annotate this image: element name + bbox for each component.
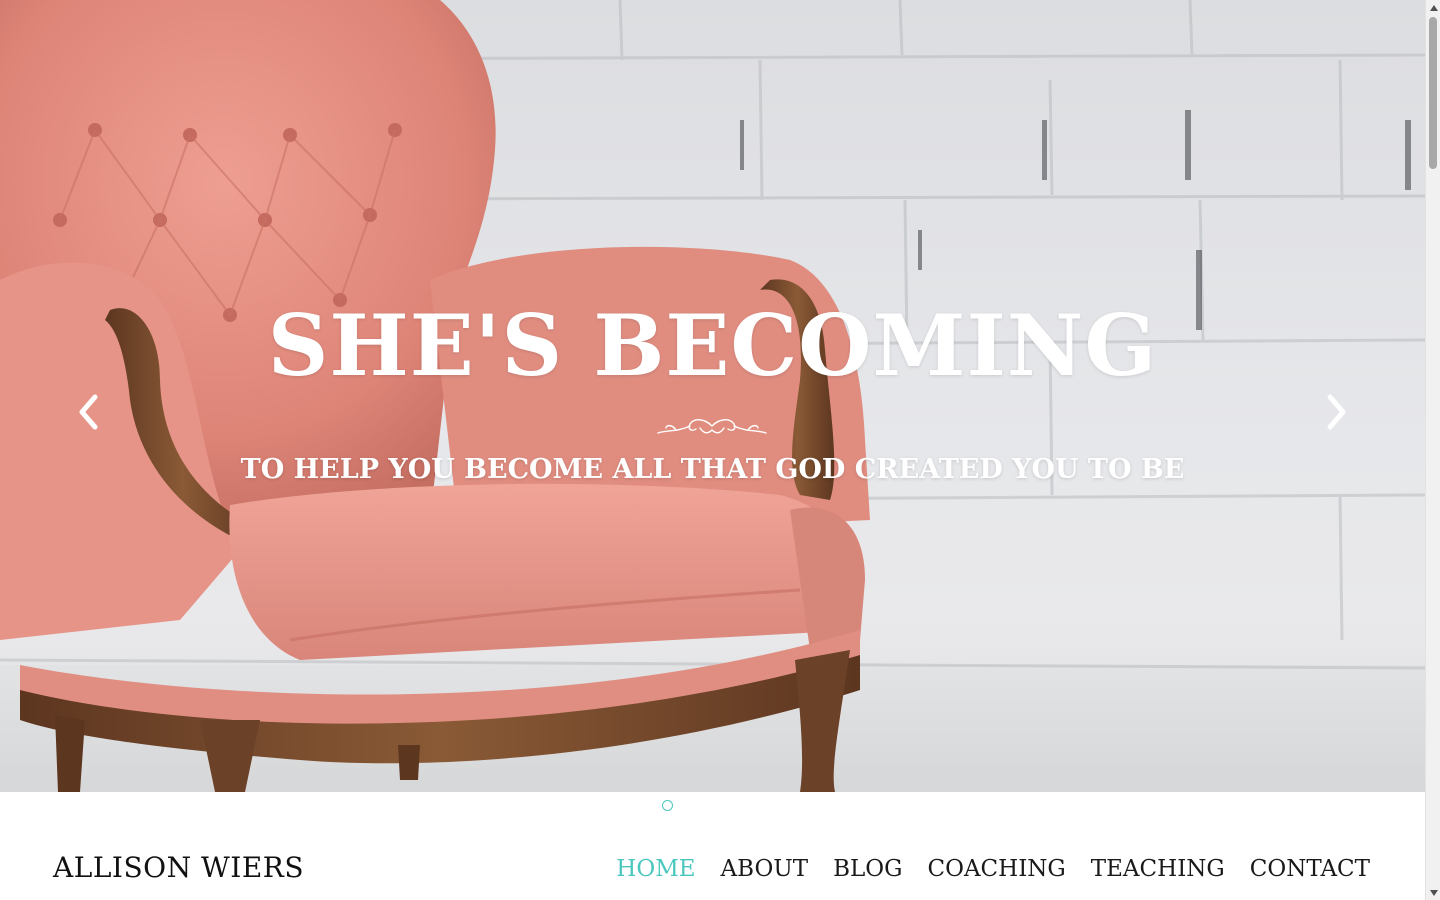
triangle-down-icon [1429, 889, 1438, 896]
carousel-dot-active[interactable] [662, 800, 673, 811]
chevron-right-icon [1327, 394, 1346, 430]
nav-list: HOME ABOUT BLOG COACHING TEACHING CONTAC… [591, 852, 1370, 886]
hero-title: SHE'S BECOMING [267, 296, 1158, 395]
armchair-image [0, 0, 870, 792]
nav-item-blog[interactable]: BLOG [833, 852, 902, 886]
vertical-scrollbar[interactable] [1425, 0, 1440, 900]
hero-slider: SHE'S BECOMING TO HELP YOU BECOME ALL TH… [0, 0, 1425, 792]
scroll-up-button[interactable] [1426, 0, 1440, 15]
site-logo[interactable]: ALLISON WIERS [53, 850, 304, 886]
hero-subtitle: TO HELP YOU BECOME ALL THAT GOD CREATED … [240, 454, 1185, 485]
chevron-left-icon [79, 394, 98, 430]
nav-item-teaching[interactable]: TEACHING [1091, 852, 1225, 886]
page: SHE'S BECOMING TO HELP YOU BECOME ALL TH… [0, 0, 1440, 900]
scroll-down-button[interactable] [1426, 885, 1440, 900]
triangle-up-icon [1429, 4, 1438, 11]
carousel-next-button[interactable] [1317, 390, 1357, 434]
nav-item-home[interactable]: HOME [616, 852, 695, 886]
site-header: ALLISON WIERS HOME ABOUT BLOG COACHING T… [0, 836, 1425, 900]
scrollbar-thumb[interactable] [1429, 17, 1437, 169]
carousel-prev-button[interactable] [68, 390, 108, 434]
nav-item-coaching[interactable]: COACHING [927, 852, 1065, 886]
nav-item-about[interactable]: ABOUT [721, 852, 809, 886]
flourish-divider-icon [657, 419, 767, 434]
nav-item-contact[interactable]: CONTACT [1250, 852, 1370, 886]
carousel-pagination [0, 800, 1425, 814]
